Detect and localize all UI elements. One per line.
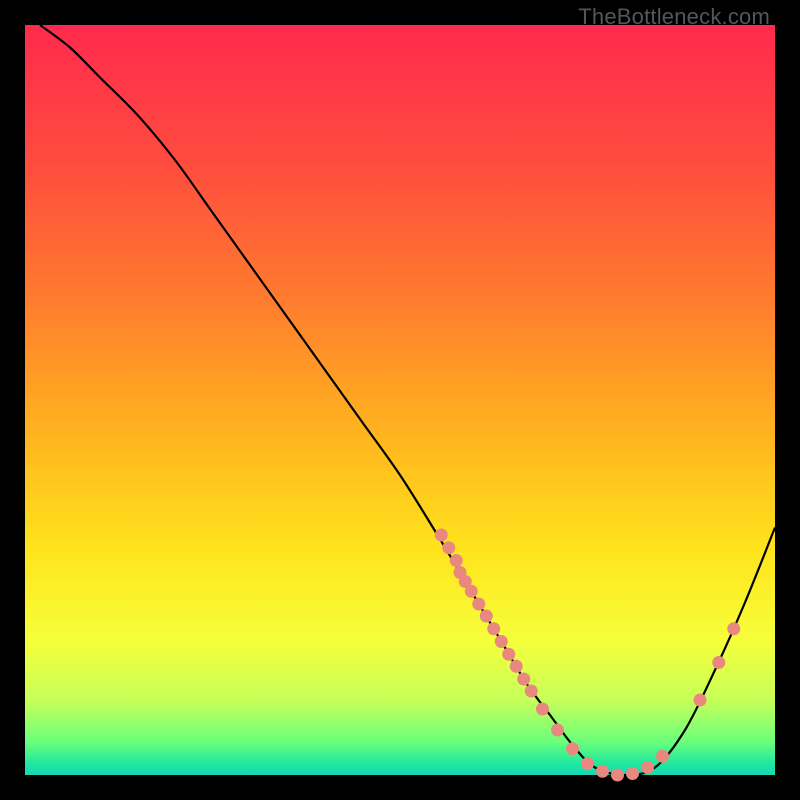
data-marker	[495, 635, 508, 648]
data-markers	[435, 529, 741, 782]
data-marker	[581, 757, 594, 770]
data-marker	[641, 761, 654, 774]
data-marker	[510, 660, 523, 673]
data-marker	[525, 685, 538, 698]
data-marker	[517, 673, 530, 686]
data-marker	[435, 529, 448, 542]
data-marker	[551, 724, 564, 737]
data-marker	[596, 765, 609, 778]
chart-plot	[25, 25, 775, 775]
data-marker	[626, 767, 639, 780]
data-marker	[694, 694, 707, 707]
watermark-label: TheBottleneck.com	[578, 4, 770, 30]
chart-frame	[25, 25, 775, 775]
bottleneck-curve	[40, 25, 775, 775]
data-marker	[465, 585, 478, 598]
data-marker	[487, 622, 500, 635]
data-marker	[450, 554, 463, 567]
data-marker	[480, 610, 493, 623]
data-marker	[656, 750, 669, 763]
data-marker	[472, 598, 485, 611]
data-marker	[712, 656, 725, 669]
data-marker	[536, 703, 549, 716]
data-marker	[502, 648, 515, 661]
data-marker	[442, 541, 455, 554]
data-marker	[611, 769, 624, 782]
data-marker	[727, 622, 740, 635]
data-marker	[566, 742, 579, 755]
